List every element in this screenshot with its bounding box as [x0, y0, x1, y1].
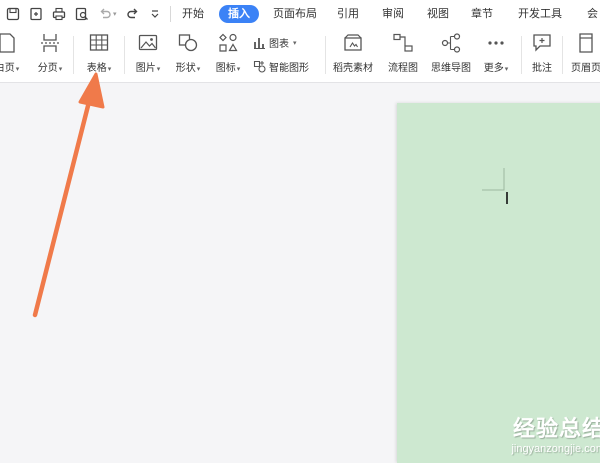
annotation-arrow [32, 72, 105, 318]
